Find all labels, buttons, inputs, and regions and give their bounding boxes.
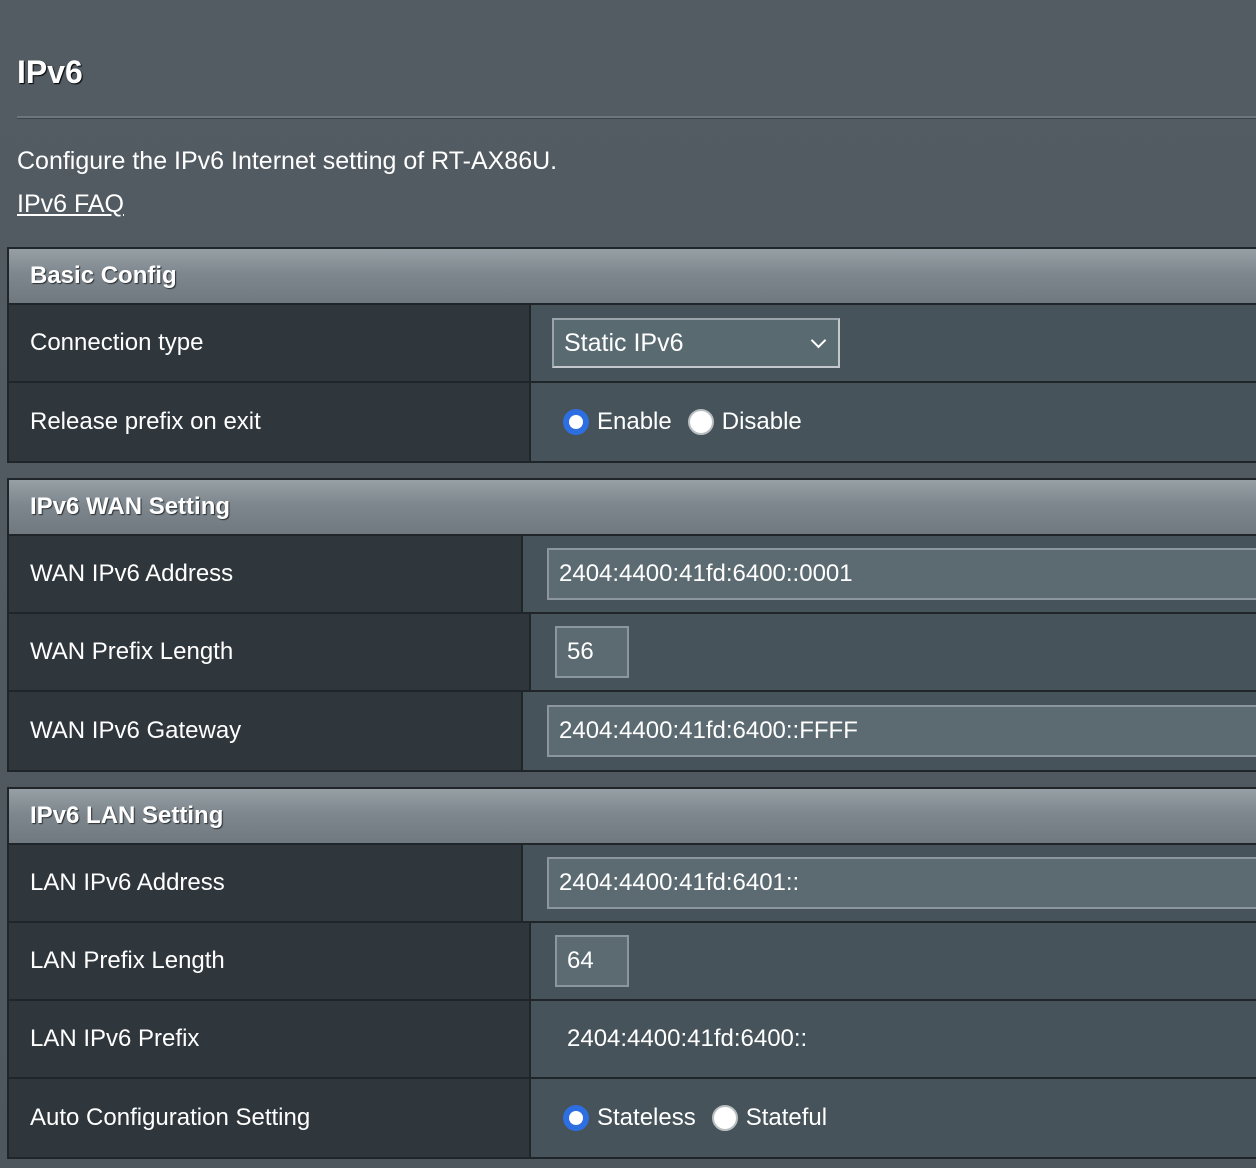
connection-type-label: Connection type (9, 305, 531, 381)
ipv6-faq-link[interactable]: IPv6 FAQ (17, 187, 124, 221)
basic-config-header: Basic Config (9, 249, 1256, 305)
wan-setting-header: IPv6 WAN Setting (9, 480, 1256, 536)
basic-config-section: Basic Config Connection type Static IPv6… (7, 247, 1256, 463)
auto-config-stateful-label: Stateful (745, 1104, 828, 1131)
connection-type-row: Connection type Static IPv6 (9, 305, 1256, 383)
lan-setting-section: IPv6 LAN Setting LAN IPv6 Address 2404:4… (7, 787, 1256, 1159)
wan-setting-section: IPv6 WAN Setting WAN IPv6 Address 2404:4… (7, 478, 1256, 772)
release-prefix-enable-radio[interactable] (563, 409, 589, 435)
chevron-down-icon (810, 332, 827, 348)
release-prefix-enable-option[interactable]: Enable (563, 408, 672, 436)
lan-address-row: LAN IPv6 Address 2404:4400:41fd:6401:: (9, 845, 1256, 923)
wan-gateway-label: WAN IPv6 Gateway (9, 692, 523, 770)
wan-prefix-length-row: WAN Prefix Length 56 (9, 614, 1256, 692)
wan-address-row: WAN IPv6 Address 2404:4400:41fd:6400::00… (9, 536, 1256, 614)
auto-config-stateless-option[interactable]: Stateless (563, 1104, 696, 1132)
wan-gateway-input[interactable]: 2404:4400:41fd:6400::FFFF (547, 705, 1256, 757)
lan-address-label: LAN IPv6 Address (9, 845, 523, 921)
auto-config-stateful-radio[interactable] (711, 1105, 738, 1131)
lan-prefix-value: 2404:4400:41fd:6400:: (567, 1025, 808, 1052)
auto-config-row: Auto Configuration Setting Stateless Sta… (9, 1079, 1256, 1157)
auto-config-stateful-option[interactable]: Stateful (711, 1104, 828, 1132)
wan-address-label: WAN IPv6 Address (9, 536, 523, 612)
wan-prefix-length-input[interactable]: 56 (555, 626, 629, 678)
lan-prefix-length-label: LAN Prefix Length (9, 923, 531, 999)
lan-prefix-length-row: LAN Prefix Length 64 (9, 923, 1256, 1001)
release-prefix-enable-label: Enable (597, 408, 672, 435)
lan-address-input[interactable]: 2404:4400:41fd:6401:: (547, 857, 1256, 909)
release-prefix-label: Release prefix on exit (9, 383, 531, 461)
connection-type-selected: Static IPv6 (564, 328, 684, 357)
auto-config-radio-group: Stateless Stateful (563, 1104, 843, 1132)
wan-address-input[interactable]: 2404:4400:41fd:6400::0001 (547, 548, 1256, 600)
auto-config-stateless-label: Stateless (597, 1104, 696, 1131)
page-description: Configure the IPv6 Internet setting of R… (17, 147, 558, 175)
lan-prefix-length-input[interactable]: 64 (555, 935, 629, 987)
wan-prefix-length-label: WAN Prefix Length (9, 614, 531, 690)
wan-gateway-row: WAN IPv6 Gateway 2404:4400:41fd:6400::FF… (9, 692, 1256, 770)
lan-prefix-label: LAN IPv6 Prefix (9, 1001, 531, 1077)
lan-setting-header: IPv6 LAN Setting (9, 789, 1256, 845)
lan-prefix-row: LAN IPv6 Prefix 2404:4400:41fd:6400:: (9, 1001, 1256, 1079)
connection-type-select[interactable]: Static IPv6 (552, 318, 840, 368)
release-prefix-disable-label: Disable (721, 408, 802, 435)
page-title: IPv6 (17, 54, 83, 90)
release-prefix-row: Release prefix on exit Enable Disable (9, 383, 1256, 461)
auto-config-stateless-radio[interactable] (563, 1105, 589, 1131)
release-prefix-disable-option[interactable]: Disable (687, 408, 802, 436)
release-prefix-disable-radio[interactable] (687, 409, 714, 435)
title-divider (17, 116, 1256, 119)
release-prefix-radio-group: Enable Disable (563, 408, 818, 436)
auto-config-label: Auto Configuration Setting (9, 1079, 531, 1157)
